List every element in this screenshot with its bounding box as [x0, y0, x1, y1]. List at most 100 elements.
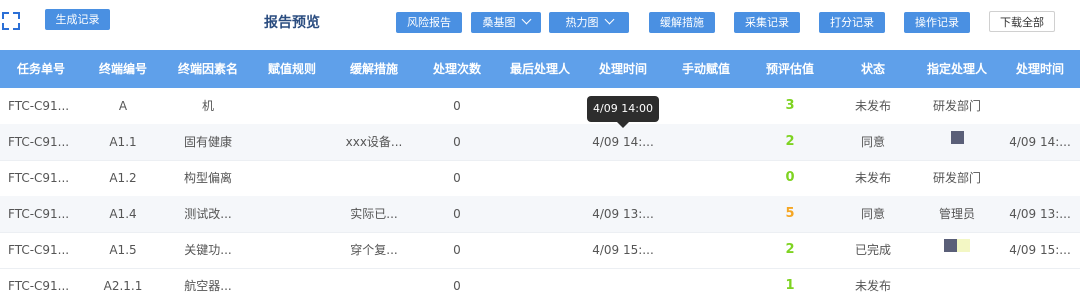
cell-status: 未发布	[854, 99, 891, 113]
cell-pre-eval-score: 0	[785, 170, 795, 185]
cell-task-no: FTC-C91...	[8, 135, 70, 149]
cell-process-count: 0	[453, 279, 461, 293]
cell-assignee	[914, 232, 1000, 268]
cell-assignee	[914, 124, 1000, 160]
cell-terminal-no: A2.1.1	[103, 279, 143, 293]
cell-pre-eval-score: 5	[785, 206, 795, 221]
table-row[interactable]: FTC-C91... A1.5 关键功... 穿个复... 0 4/09 15:…	[0, 232, 1080, 269]
table-header: 任务单号 终端编号 终端因素名 赋值规则 缓解措施 处理次数 最后处理人 处理时…	[0, 50, 1080, 88]
cell-mitigation	[332, 268, 416, 304]
assignee-color-square	[944, 239, 957, 252]
cell-process-time-2	[1000, 160, 1080, 196]
cell-process-time[interactable]: 4/09 14:...	[582, 124, 664, 160]
cell-process-count: 0	[453, 135, 461, 149]
sankey-dropdown-button[interactable]: 桑基图	[471, 12, 541, 33]
sankey-label: 桑基图	[482, 16, 516, 29]
column-header-process-count[interactable]: 处理次数	[416, 50, 498, 88]
scoring-record-button[interactable]: 打分记录	[819, 12, 885, 33]
time-tooltip: 4/09 14:00	[587, 96, 659, 128]
column-header-assign-rule[interactable]: 赋值规则	[252, 50, 332, 88]
page-title: 报告预览	[264, 15, 320, 31]
download-all-button[interactable]: 下载全部	[989, 11, 1055, 32]
cell-mitigation	[332, 88, 416, 124]
chevron-down-icon	[604, 14, 614, 25]
cell-process-time-2: 4/09 13:...	[1009, 207, 1071, 221]
cell-terminal-no: A1.1	[109, 135, 137, 149]
cell-status: 同意	[860, 207, 885, 221]
column-header-factor-name[interactable]: 终端因素名	[164, 50, 252, 88]
cell-assignee	[914, 268, 1000, 304]
cell-task-no: FTC-C91...	[8, 243, 70, 257]
cell-task-no: FTC-C91...	[8, 207, 70, 221]
cell-mitigation: 穿个复...	[350, 243, 398, 257]
toolbar: 生成记录 报告预览 风险报告 桑基图 热力图 缓解措施 采集记录 打分记录 操作…	[0, 0, 1080, 48]
cell-terminal-no: A	[118, 99, 128, 113]
cell-task-no: FTC-C91...	[8, 279, 70, 293]
cell-assignee: 管理员	[938, 207, 975, 221]
cell-pre-eval-score: 3	[785, 98, 795, 113]
column-header-pre-eval[interactable]: 预评估值	[748, 50, 832, 88]
cell-process-time-2: 4/09 14:...	[1009, 135, 1071, 149]
cell-assignee: 研发部门	[932, 99, 981, 113]
column-header-assignee[interactable]: 指定处理人	[914, 50, 1000, 88]
table-row[interactable]: FTC-C91... A 机 0 3 未发布 研发部门	[0, 88, 1080, 125]
cell-status: 未发布	[854, 171, 891, 185]
table-row[interactable]: FTC-C91... A1.4 测试改... 实际已... 0 4/09 13:…	[0, 196, 1080, 233]
cell-factor-name: 关键功...	[184, 243, 232, 257]
column-header-task-no[interactable]: 任务单号	[0, 50, 82, 88]
cell-process-time-2	[1000, 88, 1080, 124]
column-header-manual-assign[interactable]: 手动赋值	[664, 50, 748, 88]
cell-process-time-2: 4/09 15:...	[1009, 243, 1071, 257]
cell-factor-name: 航空器...	[184, 279, 232, 293]
cell-process-time	[582, 160, 664, 196]
cell-mitigation: xxx设备...	[345, 135, 403, 149]
cell-status: 已完成	[854, 243, 891, 257]
cell-assignee: 研发部门	[932, 171, 981, 185]
table-row[interactable]: FTC-C91... A1.2 构型偏离 0 0 未发布 研发部门	[0, 160, 1080, 197]
column-header-status[interactable]: 状态	[832, 50, 914, 88]
cell-process-time	[582, 268, 664, 304]
heatmap-dropdown-button[interactable]: 热力图	[549, 12, 629, 33]
assignee-color-square	[957, 239, 970, 252]
cell-mitigation: 实际已...	[350, 207, 398, 221]
column-header-mitigation[interactable]: 缓解措施	[332, 50, 416, 88]
cell-process-time: 4/09 15:...	[592, 243, 654, 257]
collect-record-button[interactable]: 采集记录	[734, 12, 800, 33]
cell-process-count: 0	[453, 171, 461, 185]
tooltip-arrow	[617, 122, 629, 128]
cell-terminal-no: A1.4	[109, 207, 137, 221]
cell-pre-eval-score: 2	[785, 134, 795, 149]
cell-terminal-no: A1.2	[109, 171, 137, 185]
cell-process-time-2	[1000, 268, 1080, 304]
cell-process-count: 0	[453, 207, 461, 221]
assignee-color-square	[950, 131, 964, 144]
cell-task-no: FTC-C91...	[8, 99, 70, 113]
cell-terminal-no: A1.5	[109, 243, 137, 257]
table-row[interactable]: FTC-C91... A1.1 固有健康 xxx设备... 0 4/09 14:…	[0, 124, 1080, 161]
column-header-process-time[interactable]: 处理时间	[582, 50, 664, 88]
fullscreen-icon[interactable]	[0, 10, 22, 32]
risk-report-button[interactable]: 风险报告	[396, 12, 462, 33]
cell-process-time: 4/09 13:...	[592, 207, 654, 221]
cell-status: 未发布	[854, 279, 891, 293]
table-row[interactable]: FTC-C91... A2.1.1 航空器... 0 1 未发布	[0, 268, 1080, 304]
cell-process-count: 0	[453, 243, 461, 257]
column-header-process-time-2[interactable]: 处理时间	[1000, 50, 1080, 88]
cell-mitigation	[332, 160, 416, 196]
column-header-terminal-no[interactable]: 终端编号	[82, 50, 164, 88]
cell-status: 同意	[860, 135, 885, 149]
operation-record-button[interactable]: 操作记录	[904, 12, 970, 33]
cell-task-no: FTC-C91...	[8, 171, 70, 185]
heatmap-label: 热力图	[565, 16, 599, 29]
mitigation-button[interactable]: 缓解措施	[649, 12, 715, 33]
cell-pre-eval-score: 2	[785, 242, 795, 257]
tooltip-text: 4/09 14:00	[593, 102, 653, 115]
cell-pre-eval-score: 1	[785, 278, 795, 293]
cell-factor-name: 固有健康	[183, 135, 232, 149]
cell-factor-name: 构型偏离	[183, 171, 232, 185]
cell-factor-name: 测试改...	[184, 207, 232, 221]
column-header-last-handler[interactable]: 最后处理人	[498, 50, 582, 88]
generate-record-button[interactable]: 生成记录	[45, 9, 110, 30]
cell-factor-name: 机	[201, 99, 214, 113]
cell-process-count: 0	[453, 99, 461, 113]
